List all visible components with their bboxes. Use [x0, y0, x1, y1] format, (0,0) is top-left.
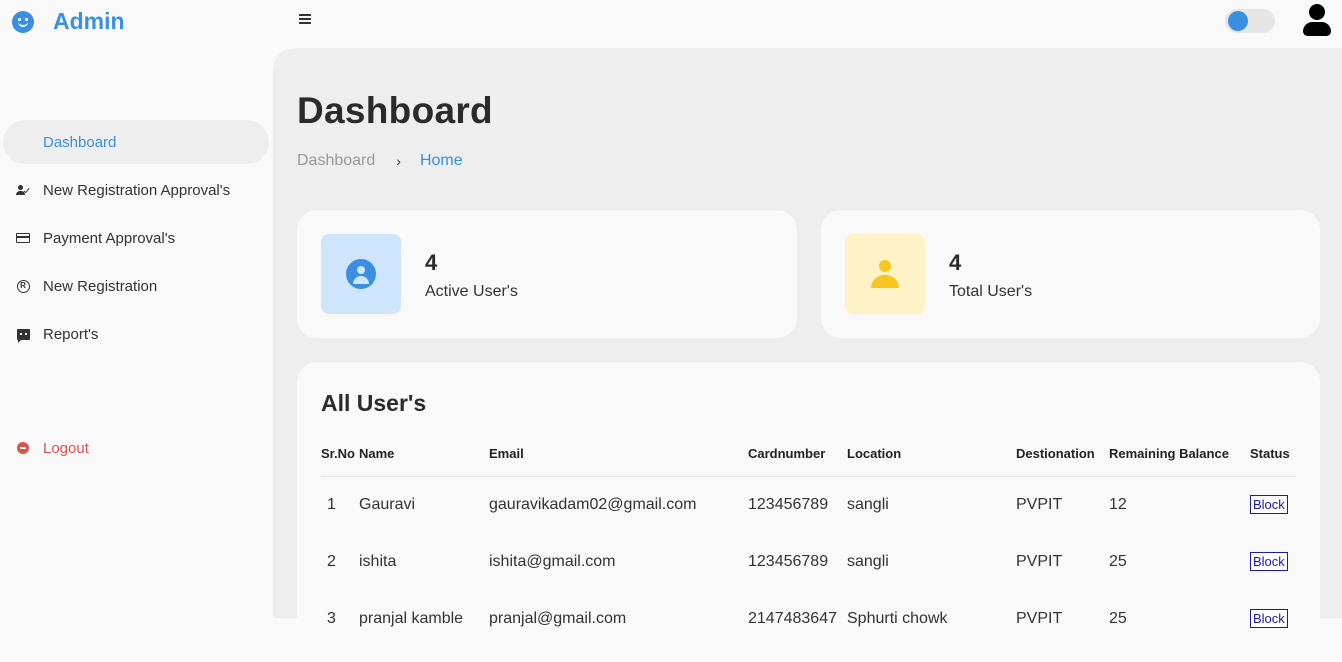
block-button[interactable]: Block: [1250, 495, 1288, 515]
page-title: Dashboard: [297, 90, 493, 131]
table-row: 1 Gauravi gauravikadam02@gmail.com 12345…: [321, 476, 1296, 533]
block-button[interactable]: Block: [1250, 552, 1288, 571]
logout-label: Logout: [43, 439, 89, 457]
cell-email: gauravikadam02@gmail.com: [489, 495, 697, 513]
column-header: Status: [1250, 432, 1296, 477]
total-users-card: 4 Total User's: [821, 210, 1320, 338]
chat-report-icon: [16, 328, 30, 343]
cell-sr-no: 2: [327, 552, 336, 570]
cell-cardnumber: 123456789: [748, 552, 829, 570]
breadcrumb-item-dashboard[interactable]: Dashboard: [297, 152, 375, 170]
column-header: Location: [847, 432, 1016, 477]
table-row: 3 pranjal kamble pranjal@gmail.com 21474…: [321, 590, 1296, 647]
logout-icon: [17, 442, 29, 454]
sidebar-item-new-registration[interactable]: R New Registration: [0, 264, 273, 308]
logout-button[interactable]: Logout: [0, 426, 273, 470]
column-header: Email: [489, 432, 748, 477]
cell-destination: PVPIT: [1016, 609, 1063, 627]
chevron-right-icon: ›: [396, 153, 401, 169]
cell-name: ishita: [359, 552, 397, 570]
sidebar-item-label: Dashboard: [43, 133, 117, 151]
column-header: Sr.No: [321, 432, 359, 477]
cell-name: Gauravi: [359, 495, 416, 513]
sidebar-item-dashboard[interactable]: Dashboard: [3, 120, 269, 164]
cell-location: Sphurti chowk: [847, 609, 948, 627]
cell-name: pranjal kamble: [359, 609, 464, 627]
user-check-icon: [16, 184, 30, 196]
dashboard-grid-icon: [16, 135, 30, 149]
total-users-count: 4: [949, 250, 962, 275]
cell-status: Block: [1250, 476, 1296, 533]
sidebar-item-label: Report's: [43, 325, 99, 343]
cell-balance: 25: [1109, 552, 1127, 570]
cell-balance: 12: [1109, 495, 1127, 513]
brand[interactable]: Admin: [12, 8, 125, 35]
sidebar-item-label: New Registration: [43, 277, 158, 295]
cell-cardnumber: 123456789: [748, 495, 829, 513]
column-header: Destionation: [1016, 432, 1109, 477]
cell-email: ishita@gmail.com: [489, 552, 616, 570]
cell-balance: 25: [1109, 609, 1127, 627]
cell-sr-no: 3: [327, 609, 336, 627]
breadcrumb-item-home[interactable]: Home: [420, 152, 463, 170]
cell-email: pranjal@gmail.com: [489, 609, 627, 627]
smiley-logo-icon: [12, 10, 34, 33]
theme-toggle[interactable]: [1225, 9, 1275, 33]
cell-cardnumber: 2147483647: [748, 609, 837, 627]
sidebar-item-payment-approvals[interactable]: Payment Approval's: [0, 216, 273, 260]
all-users-card: All User's Sr.No Name Email Cardnumber L…: [297, 362, 1320, 662]
toggle-knob: [1228, 11, 1248, 31]
cell-location: sangli: [847, 552, 889, 570]
credit-card-icon: [16, 233, 30, 243]
sidebar-item-label: Payment Approval's: [43, 229, 176, 247]
active-users-count: 4: [425, 250, 438, 275]
active-users-card: 4 Active User's: [297, 210, 797, 338]
block-button[interactable]: Block: [1250, 609, 1288, 628]
sidebar-item-new-registration-approvals[interactable]: New Registration Approval's: [0, 168, 273, 212]
column-header: Name: [359, 432, 489, 477]
cell-location: sangli: [847, 495, 889, 513]
sidebar-item-reports[interactable]: Report's: [0, 312, 273, 356]
user-icon: [871, 260, 899, 288]
main-content: Dashboard Dashboard › Home 4 Active User…: [273, 48, 1342, 662]
total-users-label: Total User's: [949, 283, 1033, 300]
column-header: Remaining Balance: [1109, 432, 1250, 477]
cell-destination: PVPIT: [1016, 495, 1063, 513]
profile-avatar-icon[interactable]: [1302, 4, 1332, 36]
table-title: All User's: [321, 390, 427, 416]
table-header-row: Sr.No Name Email Cardnumber Location Des…: [321, 432, 1296, 477]
registered-icon: R: [16, 279, 30, 293]
sidebar: Dashboard New Registration Approval's Pa…: [0, 48, 273, 618]
cell-status: Block: [1250, 533, 1296, 590]
user-circle-icon: [346, 259, 376, 289]
cell-status: Block: [1250, 590, 1296, 647]
hamburger-menu-icon[interactable]: [299, 14, 311, 24]
sidebar-item-label: New Registration Approval's: [43, 181, 231, 199]
app-title: Admin: [53, 8, 125, 34]
users-table: Sr.No Name Email Cardnumber Location Des…: [321, 432, 1296, 647]
cell-destination: PVPIT: [1016, 552, 1063, 570]
breadcrumb: Dashboard › Home: [297, 152, 463, 170]
top-bar: Admin: [0, 0, 1342, 48]
table-row: 2 ishita ishita@gmail.com 123456789 sang…: [321, 533, 1296, 590]
cell-sr-no: 1: [327, 495, 336, 513]
column-header: Cardnumber: [748, 432, 847, 477]
active-users-label: Active User's: [425, 283, 518, 300]
